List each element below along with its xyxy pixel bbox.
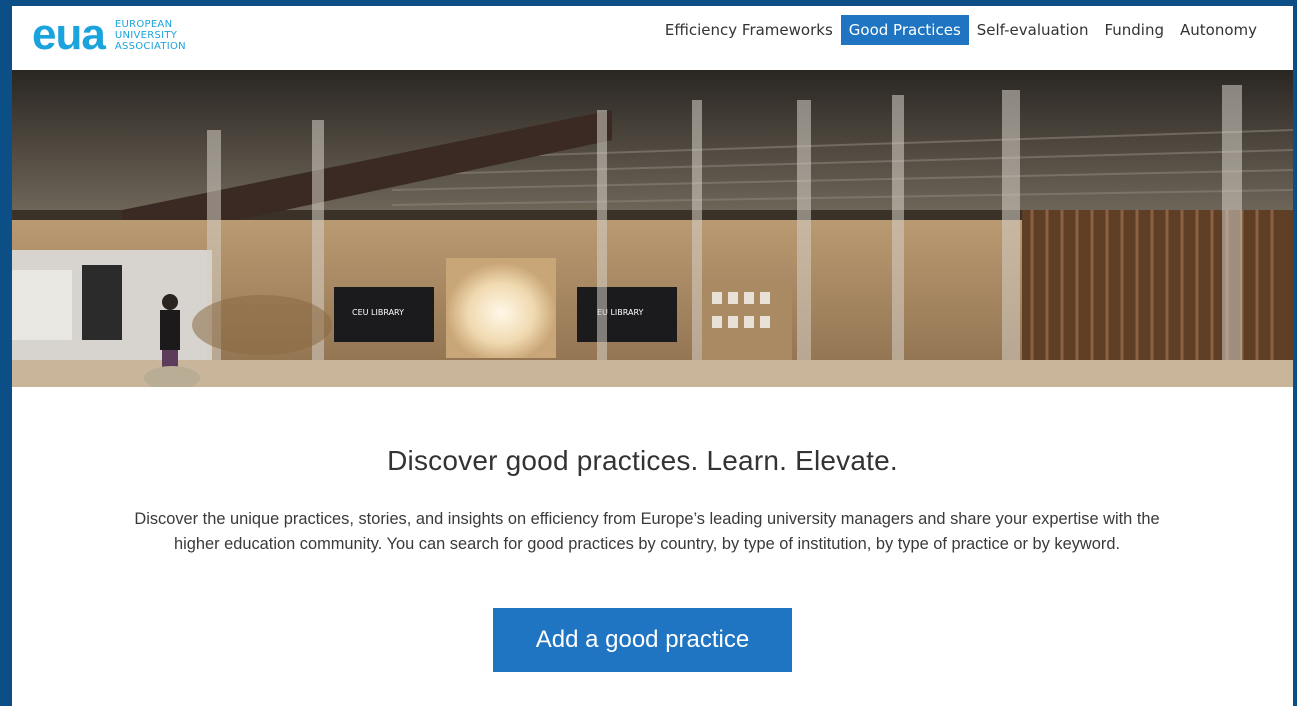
nav-good-practices[interactable]: Good Practices (840, 15, 969, 45)
page-frame: eua EUROPEAN UNIVERSITY ASSOCIATION Effi… (12, 6, 1293, 706)
library-interior-illustration: CEU LIBRARY EU LIBRARY (12, 70, 1293, 387)
add-good-practice-button[interactable]: Add a good practice (493, 608, 792, 672)
hero-screen-text-1: CEU LIBRARY (352, 308, 404, 317)
logo-line-european: EUROPEAN (114, 18, 173, 30)
logo-line-university: UNIVERSITY (114, 29, 178, 41)
intro-line-1: Discover the unique practices, stories, … (134, 510, 1160, 528)
eua-logo[interactable]: eua EUROPEAN UNIVERSITY ASSOCIATION (32, 10, 186, 59)
site-header: eua EUROPEAN UNIVERSITY ASSOCIATION Effi… (12, 6, 1293, 70)
intro-paragraph: Discover the unique practices, stories, … (27, 507, 1267, 557)
page-headline: Discover good practices. Learn. Elevate. (387, 445, 898, 476)
nav-autonomy[interactable]: Autonomy (1172, 15, 1265, 45)
main-content: Discover good practices. Learn. Elevate.… (12, 387, 1293, 706)
intro-line-2: higher education community. You can sear… (174, 535, 1120, 553)
logo-mark: eua (32, 10, 106, 59)
main-nav: Efficiency Frameworks Good Practices Sel… (657, 15, 1265, 45)
hero-image: CEU LIBRARY EU LIBRARY (12, 70, 1293, 387)
nav-funding[interactable]: Funding (1096, 15, 1172, 45)
nav-efficiency-frameworks[interactable]: Efficiency Frameworks (657, 15, 841, 45)
logo-line-association: ASSOCIATION (114, 40, 186, 52)
nav-self-evaluation[interactable]: Self-evaluation (969, 15, 1097, 45)
logo-wordmark: EUROPEAN UNIVERSITY ASSOCIATION (115, 19, 186, 52)
